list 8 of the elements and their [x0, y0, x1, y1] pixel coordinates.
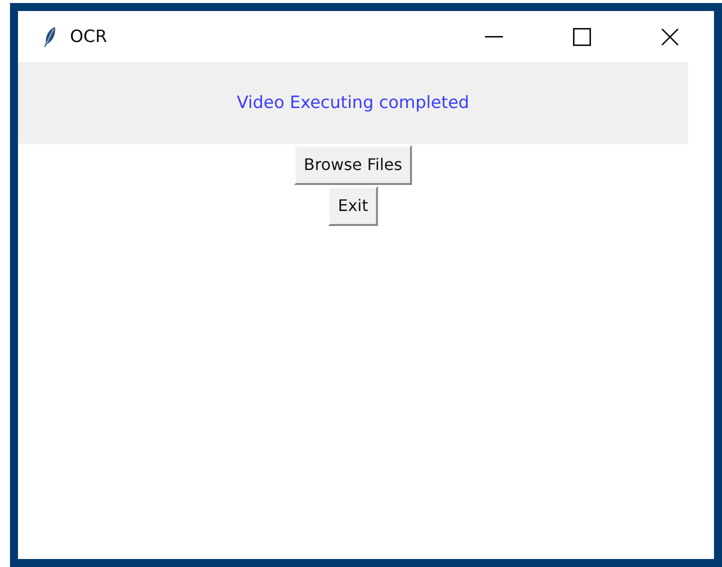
minimize-icon[interactable]: [485, 36, 503, 38]
close-icon[interactable]: [661, 28, 679, 46]
exit-button[interactable]: Exit: [328, 186, 378, 226]
feather-icon: [43, 26, 57, 48]
maximize-icon[interactable]: [573, 28, 591, 46]
window-title: OCR: [70, 26, 108, 46]
status-label: Video Executing completed: [236, 93, 470, 113]
browse-button[interactable]: Browse Files: [294, 145, 412, 185]
